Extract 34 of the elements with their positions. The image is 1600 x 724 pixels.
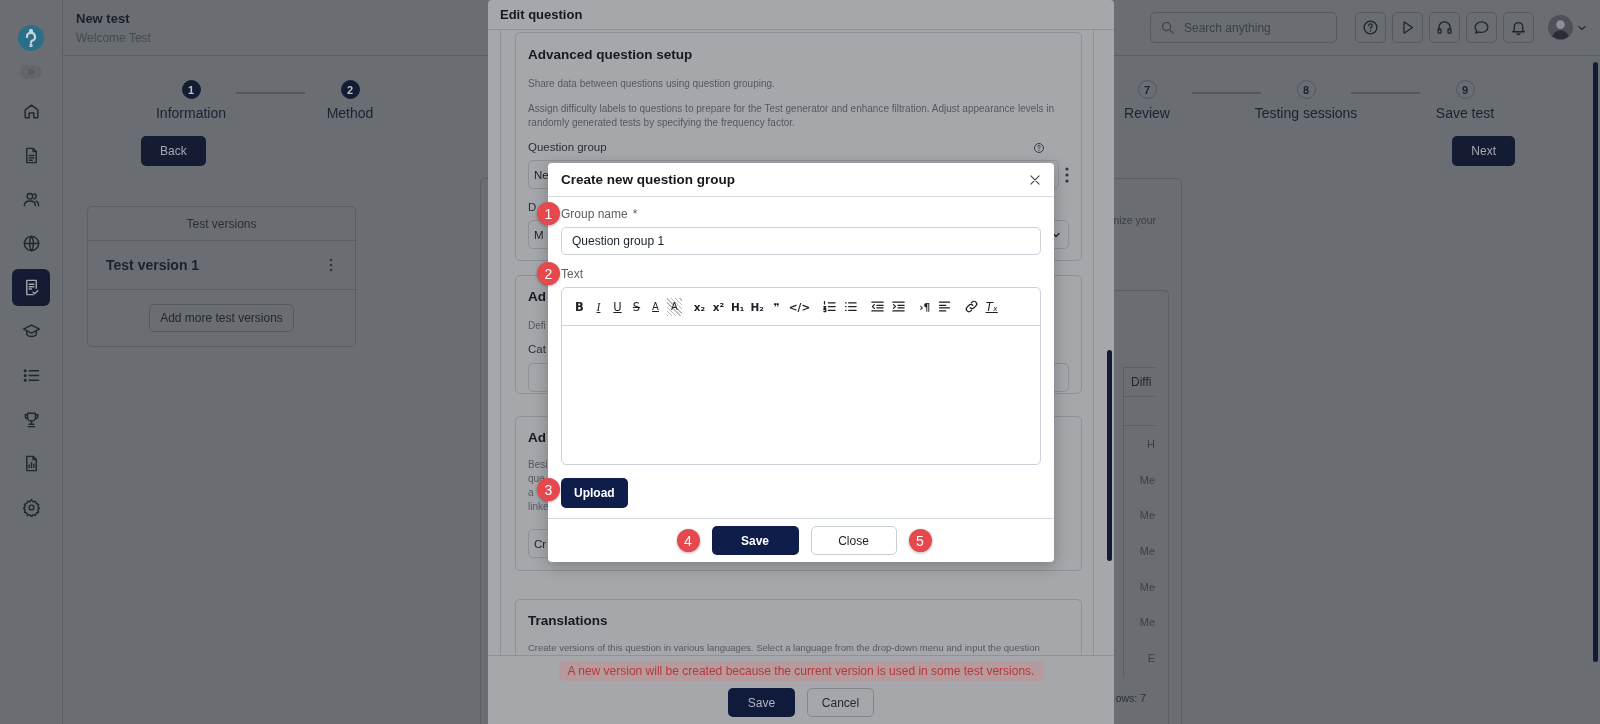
step-label: Review: [1124, 105, 1170, 121]
warning-banner: A new version will be created because the current version is used in some test versions.: [558, 661, 1044, 681]
required-mark: *: [632, 207, 638, 221]
step-marker: 5: [908, 529, 932, 552]
description-text: Share data between questions using question grouping.: [528, 77, 776, 91]
step-marker: 4: [676, 529, 700, 552]
description-text: linke: [528, 500, 549, 514]
step-number: 2: [340, 80, 360, 99]
step-label: Save test: [1435, 105, 1495, 121]
panel-title: Test versions: [186, 216, 257, 231]
description-text: Defi: [528, 319, 547, 333]
field-label: Cat: [528, 342, 546, 357]
field-label: Question group: [528, 140, 607, 155]
step-marker: 2: [537, 262, 560, 285]
section-title: Ad: [528, 289, 547, 305]
description-text: a: [528, 486, 534, 500]
step-label: Testing sessions: [1254, 105, 1358, 121]
step-label: Information: [155, 105, 226, 121]
step-label: Method: [326, 105, 374, 121]
description-text: Besi: [528, 458, 548, 472]
field-label: Group name: [561, 207, 628, 221]
dialog-title: Create new question group: [561, 172, 736, 187]
field-label: D: [528, 200, 537, 215]
section-title: Advanced question setup: [528, 47, 694, 63]
modal-title: Edit question: [500, 7, 583, 22]
section-title: Ad: [528, 430, 547, 446]
step-number: 1: [181, 80, 201, 99]
step-marker: 1: [537, 202, 560, 225]
description-text: Assign difficulty labels to questions to prepare for the Test generator and enhance filtration. Adjust appearance levels in randomly generated tests by specifying the frequency factor.: [528, 102, 1056, 130]
column-header: Diffi: [1124, 368, 1155, 397]
page-title: New test: [76, 10, 130, 26]
section-title: Translations: [528, 613, 609, 629]
description-text: que: [528, 472, 545, 486]
field-label: Text: [561, 267, 583, 281]
